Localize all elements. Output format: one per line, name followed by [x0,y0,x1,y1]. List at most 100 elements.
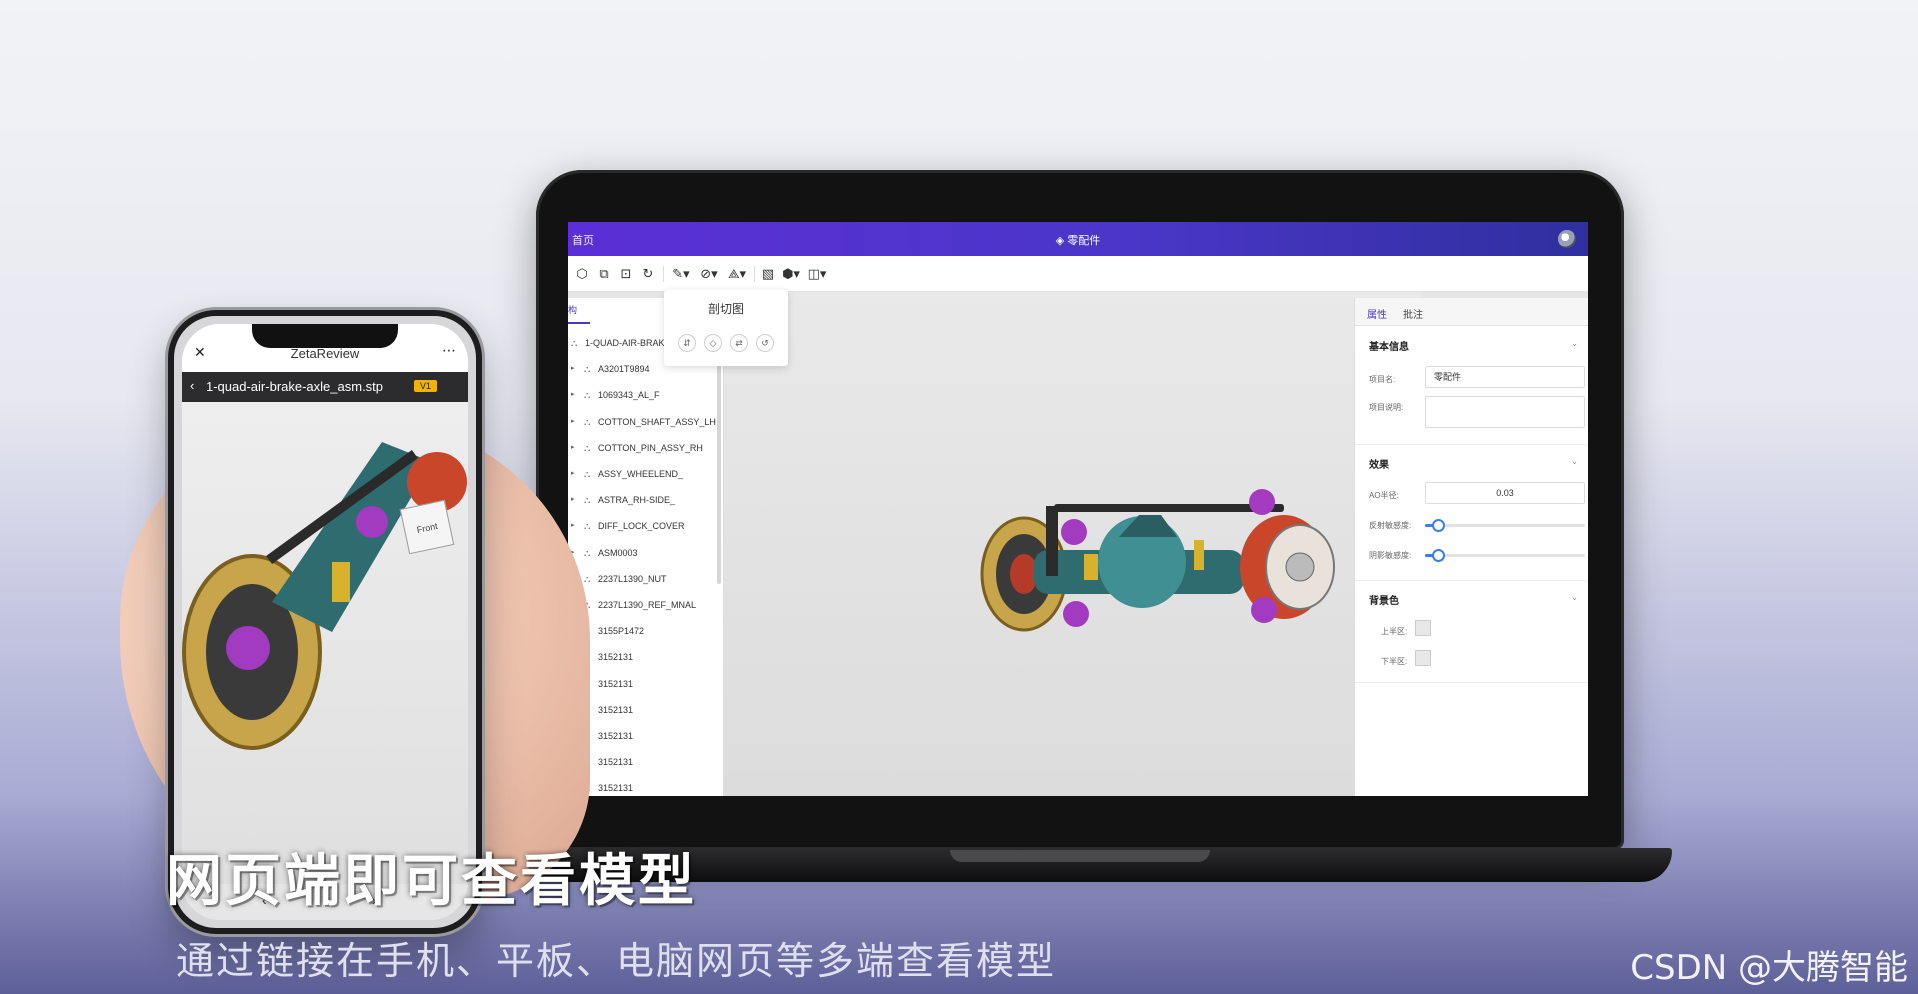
tree-item-label: 3152131 [598,704,634,715]
section-x-icon[interactable]: ⇵ [678,334,696,352]
tree-item-label: 3152131 [598,652,634,663]
left-hub-center [1010,554,1038,594]
expand-arrow-icon[interactable]: ▸ [571,356,575,382]
view-layout-icon[interactable]: ◫▾ [806,266,828,282]
window-title: ◈ 零配件 [568,232,1588,248]
explode-icon[interactable]: ⟁▾ [726,266,748,282]
reflection-slider-knob[interactable] [1432,519,1445,532]
back-chevron-icon[interactable]: ‹ [190,378,194,393]
tree-item[interactable]: ▸⛬3152131 [568,775,718,796]
tree-item[interactable]: ▸⛬3152131 [568,749,718,775]
web-viewer-screen: 首页 ◈ 零配件 ⬡ ⧉ ⊡ ↻ ✎▾ ⊘▾ ⟁▾ ▧ ⬢▾ ◫▾ 构 ⛬ 1-Q… [568,222,1588,796]
app-titlebar: 首页 ◈ 零配件 [568,222,1588,256]
measure-pen-icon[interactable]: ✎▾ [670,266,692,282]
tree-item[interactable]: ▸ ⛬ COTTON_SHAFT_ASSY_LH [568,409,718,435]
3d-viewport[interactable] [724,292,1422,796]
section-flip-icon[interactable]: ⇄ [730,334,748,352]
upper-half-color-swatch[interactable] [1415,620,1431,636]
tree-item[interactable]: ▸⛬2237L1390_NUT [568,566,718,592]
lower-half-color-swatch[interactable] [1415,650,1431,666]
expand-arrow-icon[interactable]: ▸ [571,461,575,487]
properties-panel: 属性 批注 基本信息 ⌄ 项目名: 零配件 项目说明: 效果 ⌄ AO半径: 0… [1354,298,1588,796]
ao-radius-label: AO半径: [1369,491,1399,500]
phone-brake-chamber [356,506,388,538]
basic-info-title[interactable]: 基本信息 [1369,338,1409,353]
brake-chamber [1249,489,1275,515]
project-desc-label: 项目说明: [1369,403,1404,412]
tree-item[interactable]: ▸⛬3152131 [568,697,718,723]
section-y-icon[interactable]: ◇ [704,334,722,352]
phone-yellow-bracket [332,562,350,602]
tree-item-label: 3152131 [598,757,634,768]
project-desc-textarea[interactable] [1425,396,1585,428]
tab-attributes[interactable]: 属性 [1367,306,1387,321]
expand-arrow-icon[interactable]: ▸ [571,513,575,539]
left-rod-mount [1046,506,1058,576]
section-reset-icon[interactable]: ↺ [756,334,774,352]
background-color-title[interactable]: 背景色 [1369,592,1399,607]
zoom-window-icon[interactable]: ⊡ [618,266,634,282]
tree-item[interactable]: ▸ ⛬ DIFF_LOCK_COVER [568,513,718,539]
tree-item[interactable]: ▸⛬3152131 [568,671,718,697]
tree-item[interactable]: ▸⛬3152131 [568,644,718,670]
shadow-label: 阴影敏感度: [1369,551,1412,560]
assembly-icon: ⛬ [584,364,591,375]
csdn-watermark: CSDN @大腾智能 [1630,948,1908,988]
tree-item[interactable]: ▸ ⛬ 1069343_AL_F [568,382,718,408]
view-cube[interactable]: Front [399,499,455,555]
assembly-icon: ⛬ [584,390,591,401]
rotate-icon[interactable]: ↻ [640,266,656,282]
section-divider [1355,682,1588,683]
project-name-label: 项目名: [1369,375,1396,384]
chevron-down-icon[interactable]: ⌄ [1571,457,1578,466]
section-divider [1355,580,1588,581]
project-name-input[interactable]: 零配件 [1425,366,1585,388]
tree-item[interactable]: ▸ ⛬ ASTRA_RH-SIDE_ [568,487,718,513]
shadow-slider-knob[interactable] [1432,549,1445,562]
expand-arrow-icon[interactable]: ▸ [571,409,575,435]
tab-structure[interactable]: 构 [568,298,590,324]
viewer-toolbar: ⬡ ⧉ ⊡ ↻ ✎▾ ⊘▾ ⟁▾ ▧ ⬢▾ ◫▾ [568,256,1588,292]
caption-headline: 网页端即可查看模型 [166,849,697,914]
phone-file-bar: ‹ 1-quad-air-brake-axle_asm.stp V1 [182,372,468,402]
material-icon[interactable]: ⬢▾ [780,266,802,282]
tree-item[interactable]: ▸⛬3152131 [568,723,718,749]
assembly-icon: ⛬ [584,573,591,584]
expand-arrow-icon[interactable]: ▸ [571,382,575,408]
tree-item[interactable]: ▸⛬2237L1390_REF_MNAL [568,592,718,618]
tree-item[interactable]: ▸⛬3155P1472 [568,618,718,644]
assembly-icon: ⛬ [584,469,591,479]
more-icon[interactable]: ⋯ [442,342,456,359]
tree-item[interactable]: ▸ ⛬ COTTON_PIN_ASSY_RH [568,435,718,461]
expand-arrow-icon[interactable]: ▸ [571,435,575,461]
section-divider [1355,444,1588,445]
expand-arrow-icon[interactable]: ▸ [571,487,575,513]
section-view-popover: 剖切图 ⇵ ◇ ⇄ ↺ [664,290,788,366]
chevron-down-icon[interactable]: ⌄ [1571,339,1578,348]
fit-view-icon[interactable]: ⧉ [596,266,612,282]
tree-item-label: 3152131 [598,783,634,794]
tree-item-label: 3155P1472 [598,626,645,637]
user-avatar[interactable] [1558,230,1576,248]
layers-icon: ◈ [1055,235,1068,247]
home-view-cube-icon[interactable]: ⬡ [574,266,590,282]
render-mode-icon[interactable]: ▧ [760,266,776,282]
props-tabs: 属性 批注 [1355,298,1588,326]
section-cut-icon[interactable]: ⊘▾ [698,266,720,282]
chevron-down-icon[interactable]: ⌄ [1571,593,1578,602]
brake-chamber [1251,597,1277,623]
shadow-slider[interactable] [1425,549,1585,562]
tree-item[interactable]: ▸ ⛬ ASSY_WHEELEND_ [568,461,718,487]
ao-radius-stepper[interactable]: 0.03 [1425,482,1585,504]
tree-item-label: ASTRA_RH-SIDE_ [598,495,676,506]
tree-item[interactable]: ▸ ⛬ ASM0003 [568,540,718,566]
tree-item-label: 2237L1390_REF_MNAL [598,600,697,610]
tab-comments[interactable]: 批注 [1403,306,1423,321]
effects-title[interactable]: 效果 [1369,456,1389,471]
toolbar-separator [663,266,664,282]
reflection-slider[interactable] [1425,519,1585,532]
version-badge: V1 [414,380,438,392]
tree-item-label: ASSY_WHEELEND_ [598,469,684,479]
reflection-label: 反射敏感度: [1369,521,1412,530]
assembly-icon: ⛬ [584,416,591,427]
